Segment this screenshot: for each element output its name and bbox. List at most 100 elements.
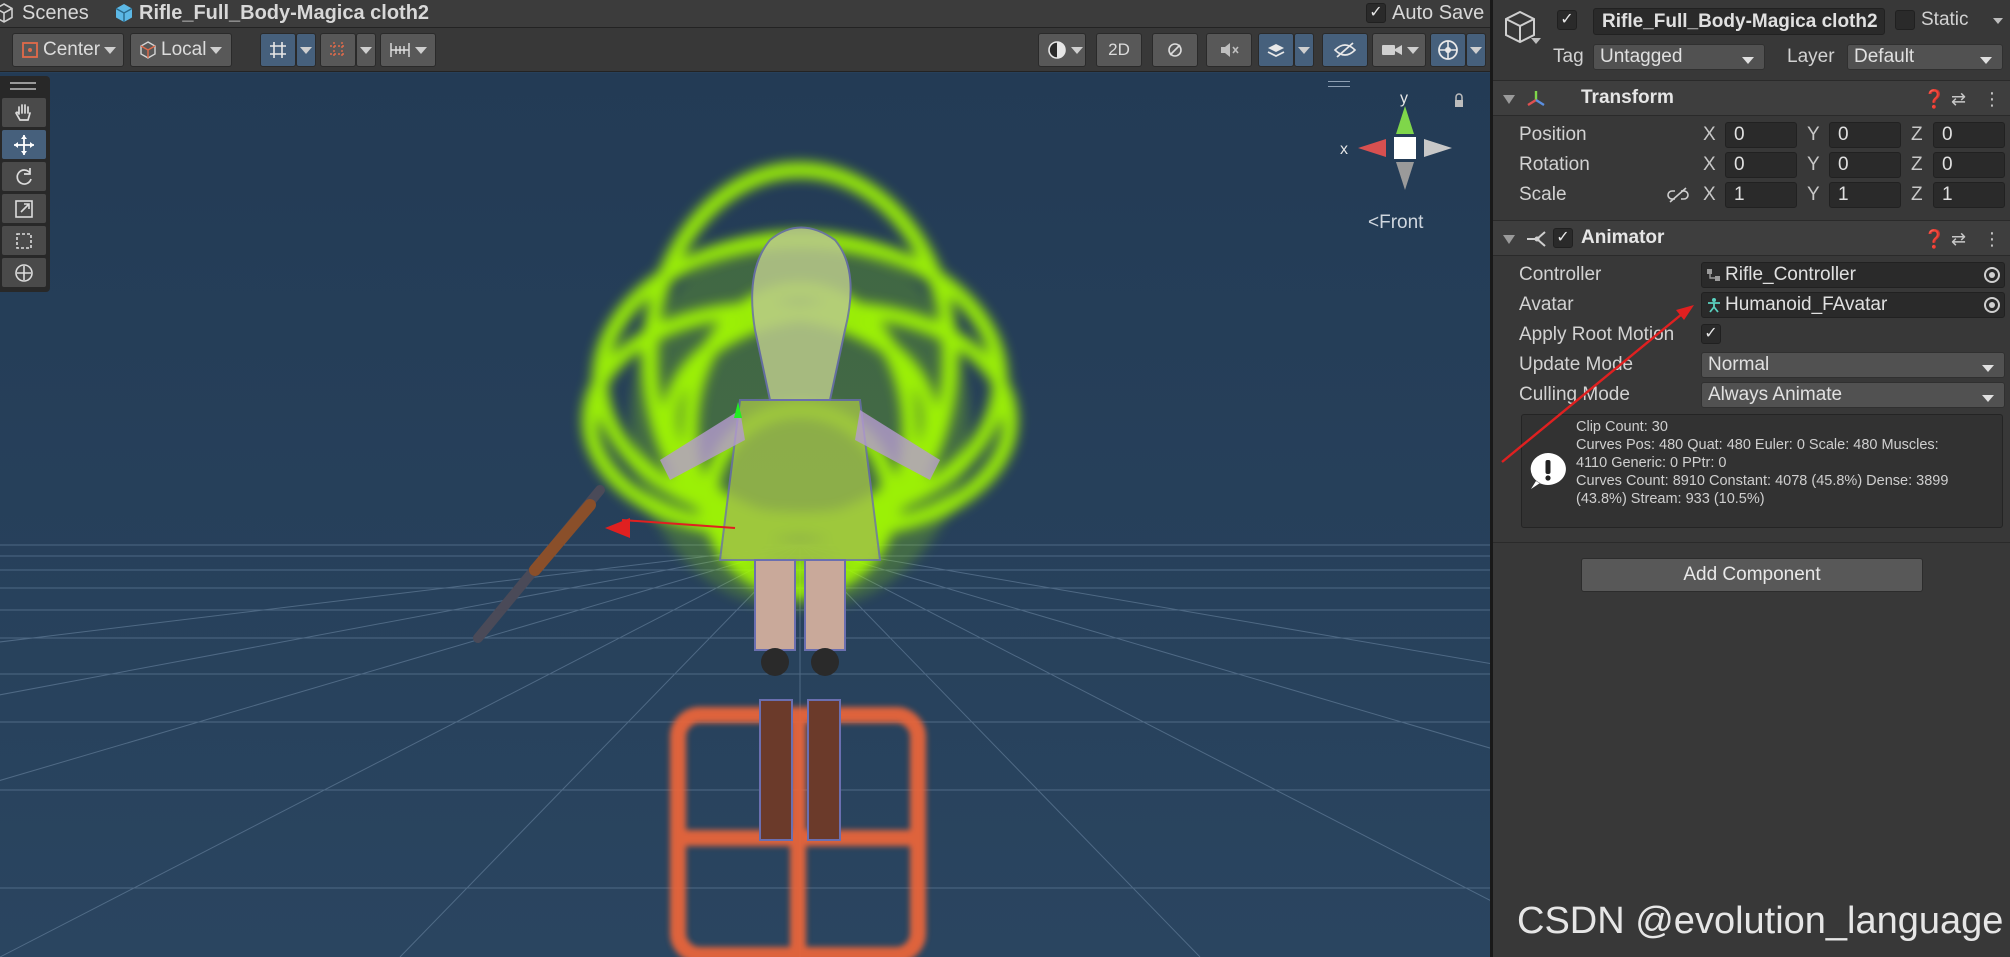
toggle-2d-button[interactable]: 2D xyxy=(1096,33,1142,67)
context-menu-icon[interactable]: ⋮ xyxy=(1983,229,2001,250)
gizmo-y-label: y xyxy=(1400,90,1408,107)
rect-transform-icon xyxy=(16,232,32,249)
space-local-dropdown[interactable]: Local xyxy=(130,33,232,67)
help-icon[interactable]: ❓ xyxy=(1923,89,1945,110)
tag-dropdown[interactable]: Untagged xyxy=(1593,44,1765,70)
update-mode-dropdown[interactable]: Normal xyxy=(1701,352,2005,378)
snap-increment-menu[interactable] xyxy=(356,33,376,67)
rotate-tool-button[interactable] xyxy=(2,162,46,191)
transform-foldout-icon[interactable] xyxy=(1503,95,1515,104)
rotation-z-field[interactable]: 0 xyxy=(1933,152,2005,178)
shading-sphere-icon xyxy=(1048,41,1066,59)
gizmos-toggle[interactable] xyxy=(1430,33,1466,67)
scale-tool-button[interactable] xyxy=(2,194,46,223)
viewport-grip[interactable] xyxy=(1328,81,1350,87)
scenes-tab[interactable]: Scenes xyxy=(22,2,89,25)
animator-info-box: Clip Count: 30 Curves Pos: 480 Quat: 480… xyxy=(1521,414,2003,528)
gizmo-globe-icon xyxy=(1438,40,1458,60)
scale-icon xyxy=(15,199,33,218)
culling-mode-dropdown[interactable]: Always Animate xyxy=(1701,382,2005,408)
scene-tools-panel xyxy=(0,76,50,292)
position-y-field[interactable]: 0 xyxy=(1829,122,1901,148)
animator-foldout-icon[interactable] xyxy=(1503,235,1515,244)
controller-value: Rifle_Controller xyxy=(1725,264,1856,285)
hidden-objects-toggle[interactable] xyxy=(1322,33,1368,67)
grid-snap-toggle[interactable] xyxy=(260,33,296,67)
panel-grip[interactable] xyxy=(10,82,36,90)
snap-increment-icon xyxy=(330,42,346,58)
auto-save-label: Auto Save xyxy=(1392,2,1485,24)
animator-header[interactable]: ✓ Animator ❓ ⇄ ⋮ xyxy=(1493,220,2010,256)
layer-dropdown[interactable]: Default xyxy=(1847,44,2003,70)
static-checkbox[interactable] xyxy=(1895,10,1915,30)
pivot-center-dropdown[interactable]: Center xyxy=(12,33,124,67)
rotation-y-axis[interactable]: Y xyxy=(1807,154,1820,176)
animator-enabled-checkbox[interactable]: ✓ xyxy=(1553,228,1573,248)
eye-hidden-icon xyxy=(1333,42,1357,58)
position-x-axis[interactable]: X xyxy=(1703,124,1716,146)
apply-root-motion-checkbox[interactable]: ✓ xyxy=(1701,324,1721,344)
object-name-field[interactable]: Rifle_Full_Body-Magica cloth2 xyxy=(1593,8,1885,35)
help-icon[interactable]: ❓ xyxy=(1923,229,1945,250)
position-x-field[interactable]: 0 xyxy=(1725,122,1797,148)
scale-x-axis[interactable]: X xyxy=(1703,184,1716,206)
preset-icon[interactable]: ⇄ xyxy=(1951,89,1966,110)
controller-object-field[interactable]: Rifle_Controller xyxy=(1701,262,2005,288)
gizmo-y-cone xyxy=(1396,106,1414,134)
culling-mode-label: Culling Mode xyxy=(1519,384,1630,405)
rect-tool-button[interactable] xyxy=(2,226,46,255)
scale-x-field[interactable]: 1 xyxy=(1725,182,1797,208)
grid-snap-menu[interactable] xyxy=(296,33,316,67)
lighting-icon xyxy=(1168,43,1182,57)
add-component-button[interactable]: Add Component xyxy=(1581,558,1923,592)
prefab-cube-icon xyxy=(114,3,134,28)
scene-header-bar: Scenes Rifle_Full_Body-Magica cloth2 ✓ A… xyxy=(0,0,1490,28)
camera-dropdown[interactable] xyxy=(1372,33,1426,67)
gizmos-menu[interactable] xyxy=(1466,33,1486,67)
csdn-watermark: CSDN @evolution_language xyxy=(1517,900,2004,942)
draw-mode-dropdown[interactable] xyxy=(1038,33,1086,67)
view-direction-label[interactable]: <Front xyxy=(1368,212,1423,234)
position-z-axis[interactable]: Z xyxy=(1911,124,1923,146)
audio-toggle[interactable] xyxy=(1206,33,1252,67)
scale-y-axis[interactable]: Y xyxy=(1807,184,1820,206)
position-z-field[interactable]: 0 xyxy=(1933,122,2005,148)
icon-picker-caret[interactable] xyxy=(1531,38,1541,44)
auto-save-checkbox[interactable]: ✓ xyxy=(1366,3,1386,23)
update-mode-label: Update Mode xyxy=(1519,354,1634,375)
preset-icon[interactable]: ⇄ xyxy=(1951,229,1966,250)
scale-z-axis[interactable]: Z xyxy=(1911,184,1923,206)
active-checkbox[interactable]: ✓ xyxy=(1557,10,1577,30)
apply-root-motion-label: Apply Root Motion xyxy=(1519,324,1675,345)
ruler-dropdown[interactable] xyxy=(380,33,436,67)
scene-view[interactable]: Scenes Rifle_Full_Body-Magica cloth2 ✓ A… xyxy=(0,0,1490,957)
transform-combo-icon xyxy=(15,263,33,282)
position-y-axis[interactable]: Y xyxy=(1807,124,1820,146)
context-menu-icon[interactable]: ⋮ xyxy=(1983,89,2001,110)
transform-header[interactable]: Transform ❓ ⇄ ⋮ xyxy=(1493,80,2010,116)
scale-y-field[interactable]: 1 xyxy=(1829,182,1901,208)
breadcrumb-object[interactable]: Rifle_Full_Body-Magica cloth2 xyxy=(139,2,429,25)
rotation-x-field[interactable]: 0 xyxy=(1725,152,1797,178)
rotation-x-axis[interactable]: X xyxy=(1703,154,1716,176)
transform-tool-button[interactable] xyxy=(2,258,46,287)
constrain-proportions-icon[interactable] xyxy=(1667,186,1689,204)
transform-icon xyxy=(1527,91,1545,107)
rotation-y-field[interactable]: 0 xyxy=(1829,152,1901,178)
scale-z-field[interactable]: 1 xyxy=(1933,182,2005,208)
move-tool-button[interactable] xyxy=(2,130,46,159)
scene-viewport[interactable] xyxy=(0,73,1490,957)
object-picker-icon[interactable] xyxy=(1984,297,2000,313)
effects-toggle[interactable] xyxy=(1258,33,1294,67)
effects-menu[interactable] xyxy=(1294,33,1314,67)
transform-title: Transform xyxy=(1581,87,1674,108)
object-picker-icon[interactable] xyxy=(1984,267,2000,283)
ruler-icon xyxy=(390,43,410,57)
rotation-z-axis[interactable]: Z xyxy=(1911,154,1923,176)
avatar-object-field[interactable]: Humanoid_FAvatar xyxy=(1701,292,2005,318)
hand-tool-button[interactable] xyxy=(2,98,46,127)
lock-icon xyxy=(1455,100,1463,107)
snap-increment-toggle[interactable] xyxy=(320,33,356,67)
lighting-toggle[interactable] xyxy=(1152,33,1198,67)
static-dropdown-caret[interactable] xyxy=(1993,18,2003,24)
